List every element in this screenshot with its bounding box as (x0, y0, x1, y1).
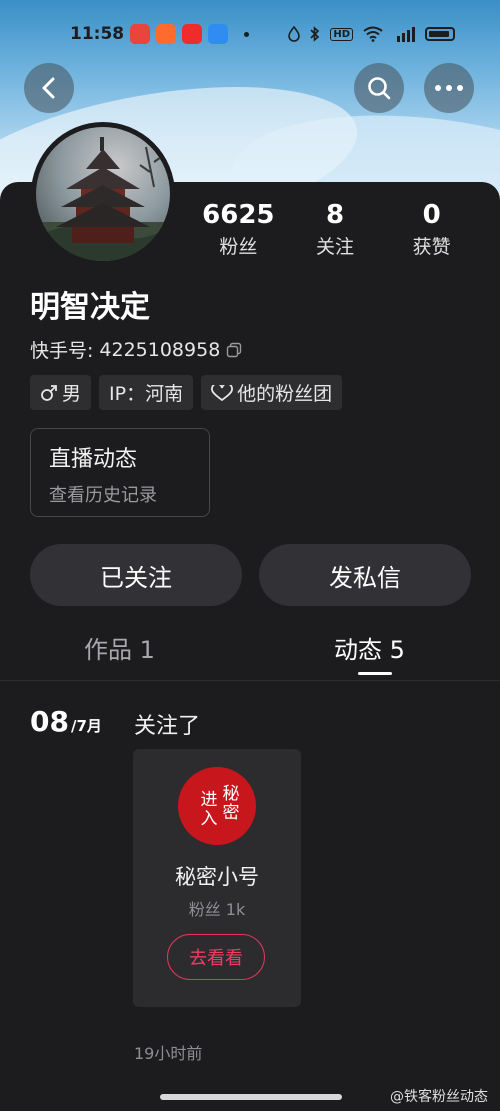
live-title: 直播动态 (49, 447, 138, 472)
kuaishou-id-label: 快手号: (30, 340, 94, 362)
heart-icon (211, 384, 233, 401)
watermark: @铁客粉丝动态 (390, 1086, 488, 1106)
go-see-button[interactable]: 去看看 (167, 934, 265, 980)
home-indicator[interactable] (160, 1094, 342, 1100)
hd-icon: HD (330, 27, 353, 41)
live-history-card[interactable]: 直播动态 查看历史记录 (30, 428, 210, 517)
stat-fans[interactable]: 6625 粉丝 (190, 200, 287, 259)
pagoda-image (36, 137, 170, 261)
avatar-image (36, 127, 170, 261)
card-user-name: 秘密小号 (175, 865, 259, 889)
stat-label: 关注 (316, 236, 355, 258)
back-chevron-icon (42, 77, 55, 99)
notification-icons (130, 24, 249, 44)
ip-label: IP：河南 (109, 383, 184, 405)
status-time: 11:58 (70, 24, 125, 44)
video-app-icon (182, 24, 202, 44)
profile-stats: 6625 粉丝 8 关注 0 获赞 (190, 200, 480, 259)
search-icon (368, 77, 391, 100)
avatar[interactable] (31, 122, 175, 266)
profile-name: 明智决定 (30, 290, 150, 325)
gender-tag: 男 (30, 375, 92, 410)
more-dots-icon (435, 85, 463, 91)
active-tab-indicator (358, 672, 392, 675)
fan-group-label: 他的粉丝团 (237, 383, 333, 405)
stat-following[interactable]: 8 关注 (287, 200, 384, 259)
feed-time: 19小时前 (134, 1044, 203, 1063)
back-button[interactable] (24, 63, 74, 113)
copy-icon[interactable] (226, 342, 242, 358)
stat-value: 8 (325, 200, 345, 230)
profile-tags: 男 IP：河南 他的粉丝团 (30, 375, 343, 410)
stat-likes[interactable]: 0 获赞 (383, 200, 480, 259)
stat-value: 0 (422, 200, 441, 230)
system-icons: HD (288, 26, 455, 42)
feed-month: /7月 (70, 717, 102, 735)
card-user-fans: 粉丝 1k (188, 900, 246, 919)
status-bar: 11:58 HD (0, 18, 500, 50)
feed-day: 08 (30, 705, 69, 738)
card-avatar: 进入 秘密 (178, 767, 256, 845)
feed-date: 08 /7月 (30, 705, 102, 738)
watermark-text: @铁客粉丝动态 (390, 1089, 488, 1105)
more-notifications-dot-icon (244, 31, 249, 37)
stat-label: 粉丝 (219, 236, 258, 258)
taobao-icon (156, 24, 176, 44)
fan-group-tag[interactable]: 他的粉丝团 (201, 375, 343, 410)
ip-tag: IP：河南 (99, 375, 194, 410)
blue-app-icon (208, 24, 228, 44)
tab-works[interactable]: 作品 1 (84, 630, 155, 665)
weibo-icon (130, 24, 150, 44)
male-icon (41, 384, 57, 401)
wifi-icon (363, 26, 383, 42)
seal-text-left: 秘密 (222, 784, 240, 823)
stat-label: 获赞 (412, 236, 451, 258)
kuaishou-id-value: 4225108958 (99, 338, 221, 361)
followed-button[interactable]: 已关注 (30, 544, 242, 606)
gender-label: 男 (62, 383, 82, 405)
search-button[interactable] (354, 63, 404, 113)
divider (0, 680, 500, 681)
droplet-icon (288, 26, 301, 42)
seal-text-right: 进入 (200, 790, 218, 829)
followed-user-card[interactable]: 进入 秘密 秘密小号 粉丝 1k 去看看 (133, 749, 301, 1007)
bluetooth-icon (310, 26, 320, 42)
more-button[interactable] (424, 63, 474, 113)
battery-icon (425, 27, 455, 41)
live-subtitle: 查看历史记录 (49, 485, 157, 506)
5g-signal-icon (397, 27, 415, 42)
message-button[interactable]: 发私信 (259, 544, 471, 606)
stat-value: 6625 (202, 200, 275, 230)
feed-action: 关注了 (134, 714, 201, 739)
tab-moments[interactable]: 动态 5 (334, 630, 405, 665)
kuaishou-id: 快手号: 4225108958 (30, 336, 242, 363)
